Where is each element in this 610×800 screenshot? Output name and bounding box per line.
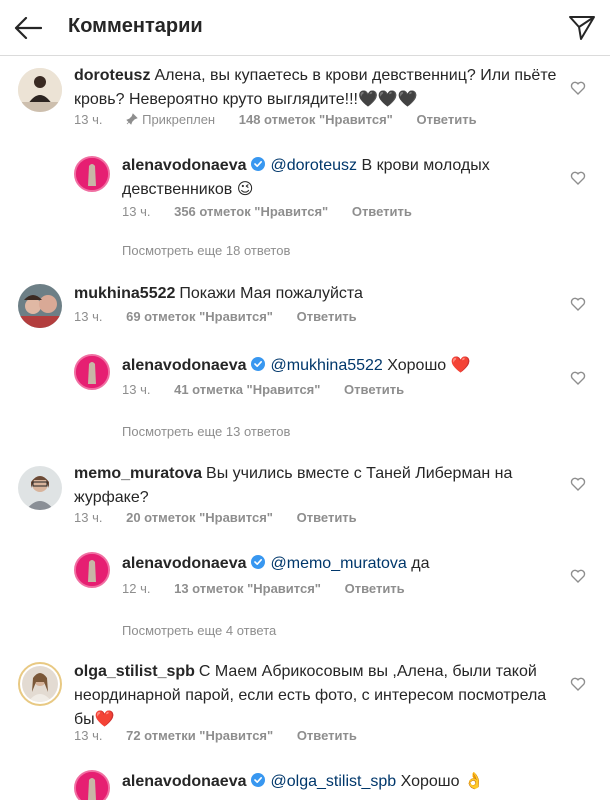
avatar-photo xyxy=(76,356,108,388)
verified-badge-icon xyxy=(250,773,265,787)
avatar-photo xyxy=(18,466,62,510)
reply-button[interactable]: Ответить xyxy=(297,728,357,743)
comment-text: mukhina5522 Покажи Мая пожалуйста xyxy=(74,282,564,306)
arrow-left-icon xyxy=(14,17,42,39)
reply-body: да xyxy=(411,555,430,572)
avatar-photo xyxy=(76,158,108,190)
like-icon[interactable] xyxy=(570,676,586,692)
reply-time: 12 ч. xyxy=(122,581,151,596)
comment-text: memo_muratova Вы учились вместе с Таней Л… xyxy=(74,462,564,510)
avatar[interactable] xyxy=(74,156,110,192)
reply-time: 13 ч. xyxy=(122,382,151,397)
like-icon[interactable] xyxy=(570,170,586,186)
likes-count[interactable]: 13 отметок "Нравится" xyxy=(174,581,321,596)
mention-link[interactable]: @memo_muratova xyxy=(271,555,407,572)
mention-link[interactable]: @mukhina5522 xyxy=(271,357,383,374)
reply-meta: 13 ч. 356 отметок "Нравится" Ответить xyxy=(122,204,432,219)
avatar[interactable] xyxy=(74,354,110,390)
pin-icon xyxy=(126,113,138,125)
reply-body: Хорошо ❤️ xyxy=(387,357,471,374)
view-more-replies[interactable]: Посмотреть еще 18 ответов xyxy=(74,243,290,258)
avatar-photo xyxy=(18,284,62,328)
avatar[interactable] xyxy=(18,662,62,706)
verified-badge-icon xyxy=(250,357,265,371)
avatar[interactable] xyxy=(18,466,62,510)
paper-plane-icon xyxy=(569,16,595,40)
comment-time: 13 ч. xyxy=(74,112,103,127)
verified-badge-icon xyxy=(250,555,265,569)
like-icon[interactable] xyxy=(570,80,586,96)
view-more-replies[interactable]: Посмотреть еще 4 ответа xyxy=(74,623,276,638)
like-icon[interactable] xyxy=(570,370,586,386)
mention-link[interactable]: @doroteusz xyxy=(271,157,358,174)
comment-body: Покажи Мая пожалуйста xyxy=(179,285,363,302)
reply-text: alenavodonaeva @memo_muratova да xyxy=(122,552,562,576)
avatar[interactable] xyxy=(74,552,110,588)
like-icon[interactable] xyxy=(570,476,586,492)
reply-username[interactable]: alenavodonaeva xyxy=(122,773,247,790)
avatar-photo xyxy=(22,666,58,702)
comment-time: 13 ч. xyxy=(74,510,103,525)
comment-meta: 13 ч. 72 отметки "Нравится" Ответить xyxy=(74,728,377,743)
reply-text: alenavodonaeva @doroteusz В крови молодых… xyxy=(122,154,562,202)
likes-count[interactable]: 41 отметка "Нравится" xyxy=(174,382,320,397)
verified-badge-icon xyxy=(250,157,265,171)
likes-count[interactable]: 20 отметок "Нравится" xyxy=(126,510,273,525)
comment-time: 13 ч. xyxy=(74,728,103,743)
comment-username[interactable]: mukhina5522 xyxy=(74,285,175,302)
view-more-replies[interactable]: Посмотреть еще 13 ответов xyxy=(74,424,290,439)
reply-username[interactable]: alenavodonaeva xyxy=(122,555,247,572)
top-bar: Комментарии xyxy=(0,0,610,56)
reply-text: alenavodonaeva @mukhina5522 Хорошо ❤️ xyxy=(122,354,562,378)
comment-username[interactable]: olga_stilist_spb xyxy=(74,663,195,680)
pinned-label: Прикреплен xyxy=(126,112,215,127)
likes-count[interactable]: 72 отметки "Нравится" xyxy=(126,728,273,743)
reply-button[interactable]: Ответить xyxy=(297,309,357,324)
reply-username[interactable]: alenavodonaeva xyxy=(122,157,247,174)
comment-meta: 13 ч. 69 отметок "Нравится" Ответить xyxy=(74,309,377,324)
comment-meta: 13 ч. Прикреплен 148 отметок "Нравится" … xyxy=(74,112,497,127)
reply-text: alenavodonaeva @olga_stilist_spb Хорошо 👌 xyxy=(122,770,562,794)
reply-button[interactable]: Ответить xyxy=(352,204,412,219)
reply-button[interactable]: Ответить xyxy=(297,510,357,525)
reply-meta: 12 ч. 13 отметок "Нравится" Ответить xyxy=(122,581,425,596)
mention-link[interactable]: @olga_stilist_spb xyxy=(271,773,397,790)
avatar-photo xyxy=(76,772,108,800)
avatar[interactable] xyxy=(18,284,62,328)
reply-meta: 13 ч. 41 отметка "Нравится" Ответить xyxy=(122,382,424,397)
comment-text: doroteusz Алена, вы купаетесь в крови дев… xyxy=(74,64,564,112)
reply-time: 13 ч. xyxy=(122,204,151,219)
avatar[interactable] xyxy=(18,68,62,112)
comment-time: 13 ч. xyxy=(74,309,103,324)
likes-count[interactable]: 148 отметок "Нравится" xyxy=(239,112,393,127)
avatar-photo xyxy=(18,68,62,112)
comment-text: olga_stilist_spb С Маем Абрикосовым вы ,А… xyxy=(74,660,568,732)
likes-count[interactable]: 356 отметок "Нравится" xyxy=(174,204,328,219)
comment-username[interactable]: doroteusz xyxy=(74,67,150,84)
back-button[interactable] xyxy=(12,12,44,44)
likes-count[interactable]: 69 отметок "Нравится" xyxy=(126,309,273,324)
page-title: Комментарии xyxy=(68,15,203,37)
reply-username[interactable]: alenavodonaeva xyxy=(122,357,247,374)
reply-button[interactable]: Ответить xyxy=(344,382,404,397)
reply-button[interactable]: Ответить xyxy=(416,112,476,127)
reply-body: Хорошо 👌 xyxy=(400,773,484,790)
reply-item: alenavodonaeva @olga_stilist_spb Хорошо 👌 xyxy=(0,770,610,800)
avatar-photo xyxy=(76,554,108,586)
avatar[interactable] xyxy=(74,770,110,800)
share-button[interactable] xyxy=(566,12,598,44)
comment-meta: 13 ч. 20 отметок "Нравится" Ответить xyxy=(74,510,377,525)
like-icon[interactable] xyxy=(570,296,586,312)
like-icon[interactable] xyxy=(570,568,586,584)
comment-username[interactable]: memo_muratova xyxy=(74,465,202,482)
reply-button[interactable]: Ответить xyxy=(345,581,405,596)
